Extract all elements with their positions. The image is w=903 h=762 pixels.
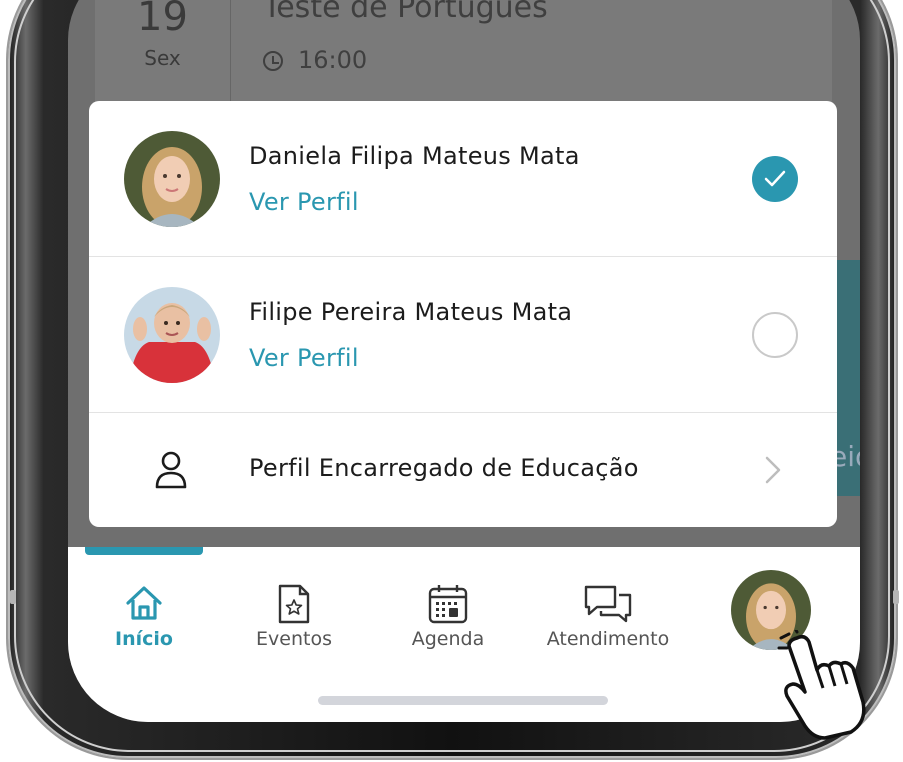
chevron-right-icon: [764, 455, 782, 489]
nav-label: Início: [115, 628, 173, 650]
home-icon: [124, 583, 164, 627]
clock-icon: [263, 51, 283, 71]
person-outline-icon: [154, 451, 188, 493]
view-profile-link[interactable]: Ver Perfil: [249, 344, 359, 372]
chat-bubbles-icon: [583, 583, 633, 627]
phone-side-button: [10, 590, 16, 604]
student-row-daniela[interactable]: Daniela Filipa Mateus Mata Ver Perfil: [89, 101, 837, 256]
student-avatar-boy: [124, 287, 220, 383]
event-time: 16:00: [298, 46, 368, 74]
phone-screen: 19 Sex Teste de Português 16:00 eio Dani…: [68, 0, 860, 722]
calendar-icon: [427, 583, 469, 629]
event-day-number: 19: [137, 0, 188, 40]
nav-label: Agenda: [411, 628, 485, 650]
guardian-profile-label: Perfil Encarregado de Educação: [249, 454, 639, 482]
student-name: Filipe Pereira Mateus Mata: [249, 298, 573, 326]
student-row-filipe[interactable]: Filipe Pereira Mateus Mata Ver Perfil: [89, 257, 837, 412]
event-day-name: Sex: [144, 46, 181, 70]
nav-label: Atendimento: [546, 628, 670, 650]
student-avatar-girl: [124, 131, 220, 227]
view-profile-link[interactable]: Ver Perfil: [249, 188, 359, 216]
home-indicator[interactable]: [318, 696, 608, 705]
document-star-icon: [276, 583, 312, 629]
active-tab-indicator: [85, 547, 203, 555]
tap-hand-cursor-icon: [775, 626, 875, 744]
event-title: Teste de Português: [263, 0, 548, 25]
profile-switcher-popup: Daniela Filipa Mateus Mata Ver Perfil Fi…: [89, 101, 837, 527]
selected-check-icon[interactable]: [752, 156, 798, 202]
nav-label: Eventos: [256, 628, 332, 650]
phone-side-button: [893, 590, 899, 604]
student-name: Daniela Filipa Mateus Mata: [249, 142, 580, 170]
unselected-radio[interactable]: [752, 312, 798, 358]
